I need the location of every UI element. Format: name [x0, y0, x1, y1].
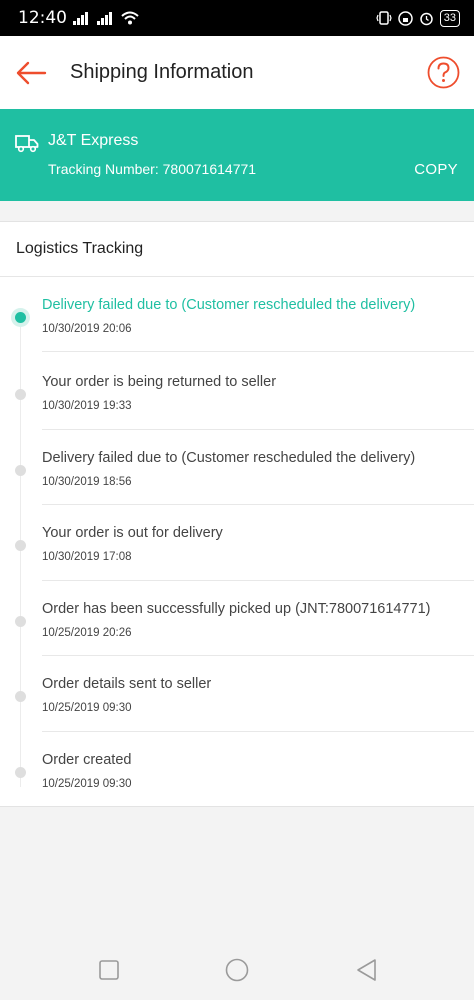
back-button[interactable]	[0, 36, 66, 109]
arrow-left-icon	[16, 61, 47, 84]
timeline-event: Your order is out for delivery 10/30/201…	[0, 506, 474, 581]
timeline-event: Delivery failed due to (Customer resched…	[0, 430, 474, 505]
help-button[interactable]	[427, 56, 460, 89]
circle-icon[interactable]	[224, 957, 250, 983]
event-description: Order created	[42, 752, 132, 768]
lock-icon	[398, 10, 413, 26]
timeline-dot	[15, 767, 26, 778]
event-description: Delivery failed due to (Customer resched…	[42, 297, 416, 313]
status-right: 33	[376, 9, 460, 27]
alarm-icon	[420, 12, 433, 25]
event-description: Your order is being returned to seller	[42, 374, 277, 390]
wifi-icon	[121, 11, 139, 25]
event-time: 10/25/2019 09:30	[42, 778, 132, 790]
event-description: Order details sent to seller	[42, 676, 212, 692]
event-description: Order has been successfully picked up (J…	[42, 601, 431, 617]
truck-icon	[15, 135, 39, 153]
logistics-card: Logistics Tracking Delivery failed due t…	[0, 221, 474, 807]
logistics-title: Logistics Tracking	[0, 222, 474, 277]
triangle-back-icon[interactable]	[354, 957, 380, 983]
timeline-dot	[15, 691, 26, 702]
square-icon[interactable]	[96, 957, 122, 983]
courier-name: J&T Express	[48, 132, 139, 149]
event-description: Delivery failed due to (Customer resched…	[42, 450, 416, 466]
timeline-dot	[15, 389, 26, 400]
status-bar: 12:40 33	[0, 0, 474, 36]
timeline-dot	[15, 616, 26, 627]
signal-icon-2	[97, 12, 112, 25]
app-header: Shipping Information	[0, 36, 474, 109]
page-title: Shipping Information	[70, 61, 254, 83]
divider	[42, 504, 474, 505]
timeline-event: Order has been successfully picked up (J…	[0, 581, 474, 656]
battery-indicator: 33	[439, 9, 460, 27]
status-left: 12:40	[18, 8, 139, 28]
timeline-event: Your order is being returned to seller 1…	[0, 355, 474, 430]
divider	[42, 655, 474, 656]
tracking-number: Tracking Number: 780071614771	[48, 161, 257, 177]
copy-button[interactable]: COPY	[414, 161, 458, 178]
vibrate-icon	[376, 11, 392, 25]
timeline-dot	[15, 540, 26, 551]
question-circle-icon	[427, 56, 460, 89]
event-time: 10/30/2019 17:08	[42, 551, 132, 563]
timeline-dot	[15, 465, 26, 476]
timeline-dot-active	[15, 312, 26, 323]
event-time: 10/30/2019 20:06	[42, 323, 132, 335]
timeline-event: Order created 10/25/2019 09:30	[0, 732, 474, 807]
signal-icon	[73, 12, 88, 25]
timeline: Delivery failed due to (Customer resched…	[0, 277, 474, 807]
timeline-event: Order details sent to seller 10/25/2019 …	[0, 657, 474, 732]
event-time: 10/30/2019 19:33	[42, 400, 132, 412]
event-time: 10/25/2019 20:26	[42, 627, 132, 639]
event-description: Your order is out for delivery	[42, 525, 223, 541]
timeline-event: Delivery failed due to (Customer resched…	[0, 277, 474, 352]
event-time: 10/25/2019 09:30	[42, 702, 132, 714]
courier-banner: J&T Express Tracking Number: 78007161477…	[0, 109, 474, 201]
status-time: 12:40	[18, 8, 67, 28]
system-nav-bar	[0, 940, 474, 1000]
event-time: 10/30/2019 18:56	[42, 476, 132, 488]
divider	[42, 351, 474, 352]
